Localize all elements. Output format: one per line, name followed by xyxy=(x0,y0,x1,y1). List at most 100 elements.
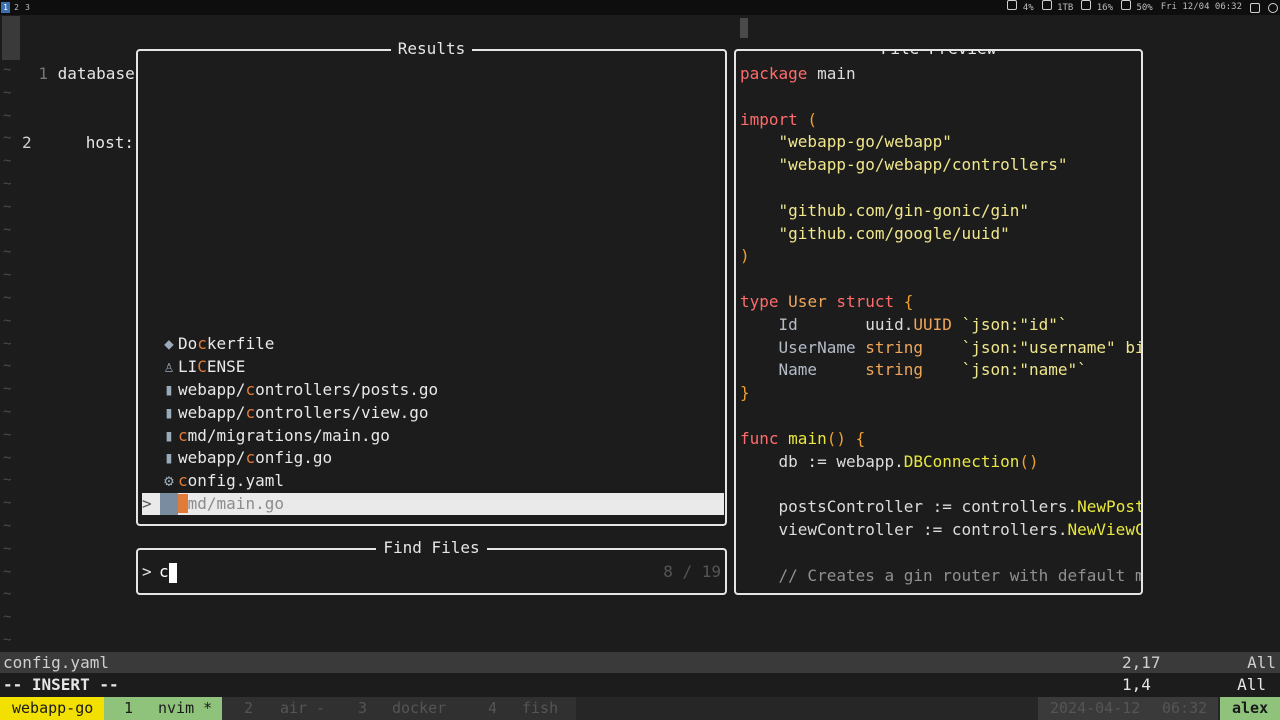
code-line: Id uuid.UUID `json:"id"` xyxy=(740,314,1068,337)
empty-line-tilde: ~ xyxy=(3,153,12,170)
result-text-post: onfig.go xyxy=(255,448,333,468)
tmux-window-1[interactable]: 1 nvim * xyxy=(104,697,222,720)
empty-line-tilde: ~ xyxy=(3,84,12,101)
code-token: `json:"id"` xyxy=(961,314,1068,334)
mode-cursor-position: 1,4 xyxy=(1122,675,1151,694)
result-text-post: onfig.yaml xyxy=(187,471,284,491)
tmux-session-name[interactable]: webapp-go xyxy=(0,697,104,720)
code-token: main xyxy=(807,64,856,83)
result-item[interactable]: ♙ LICENSE xyxy=(142,356,724,378)
disk-status: 1TB xyxy=(1041,0,1073,16)
system-top-bar: 1 2 3 4% 1TB 16% 50% Fri 12/04 06:32 xyxy=(0,0,1280,15)
go-file-icon: ▮ xyxy=(164,448,174,468)
code-token: NewPostsCon xyxy=(1077,497,1141,517)
code-token: `json:"username" bindin xyxy=(961,337,1141,357)
disk-icon xyxy=(1041,0,1052,10)
tmux-window-4[interactable]: 4 fish xyxy=(458,697,576,720)
result-text-hl: c xyxy=(178,471,188,491)
empty-line-tilde: ~ xyxy=(3,130,12,147)
empty-line-tilde: ~ xyxy=(3,221,12,238)
empty-line-tilde: ~ xyxy=(3,472,12,489)
volume-icon xyxy=(1121,0,1132,10)
code-token: type xyxy=(740,292,779,311)
code-line: package main xyxy=(740,63,856,86)
workspace-3-button[interactable]: 3 xyxy=(23,2,32,13)
code-token: db := webapp. xyxy=(740,451,904,471)
code-token: User xyxy=(788,292,827,311)
cpu-icon xyxy=(1007,0,1018,10)
code-line: postsController := controllers.NewPostsC… xyxy=(740,496,1141,519)
result-item[interactable]: ▮ webapp/controllers/view.go xyxy=(142,402,724,424)
status-scroll: All xyxy=(1247,653,1276,672)
editor-buffer[interactable]: 1 database: 2 host: l xyxy=(22,16,153,177)
cpu-status: 4% xyxy=(1007,0,1034,16)
mode-line: -- INSERT -- 1,4 All xyxy=(0,675,1280,695)
sign-column xyxy=(2,16,20,60)
code-token: } xyxy=(740,383,750,403)
empty-line-tilde: ~ xyxy=(3,609,12,626)
code-token: `json:"name"` xyxy=(961,360,1087,380)
code-token: postsController := controllers. xyxy=(740,497,1078,517)
find-prompt: > xyxy=(142,562,152,581)
notification-icon[interactable] xyxy=(1250,2,1260,13)
empty-line-tilde: ~ xyxy=(3,495,12,512)
empty-line-tilde: ~ xyxy=(3,426,12,443)
tmux-window-2[interactable]: 2 air - xyxy=(222,697,340,720)
code-token: string xyxy=(865,337,924,357)
mode-scroll: All xyxy=(1237,675,1266,694)
result-item[interactable]: ▮ cmd/migrations/main.go xyxy=(142,425,724,447)
code-token: struct xyxy=(836,292,895,311)
code-line: } xyxy=(740,382,750,405)
empty-line-tilde: ~ xyxy=(3,518,12,534)
result-text-pre: webapp/ xyxy=(178,380,246,399)
empty-line-tilde: ~ xyxy=(3,586,12,603)
go-file-icon: ▮ xyxy=(160,493,178,515)
result-item[interactable]: ◆ Dockerfile xyxy=(142,333,724,355)
result-text-post: ontrollers/view.go xyxy=(255,402,429,422)
result-text-post: kerfile xyxy=(206,334,275,354)
workspace-2-button[interactable]: 2 xyxy=(12,2,21,13)
docker-icon: ◆ xyxy=(164,334,174,354)
empty-line-tilde: ~ xyxy=(3,335,12,352)
empty-line-tilde: ~ xyxy=(3,381,12,398)
status-cursor-position: 2,17 xyxy=(1122,653,1161,672)
code-line: "webapp-go/webapp/controllers" xyxy=(740,154,1068,177)
result-text-pre: webapp/ xyxy=(178,448,246,468)
file-preview-title: File Preview xyxy=(873,51,1004,58)
result-text-pre: LI xyxy=(178,357,198,377)
search-input[interactable]: c xyxy=(159,561,177,583)
selection-caret: > xyxy=(142,494,152,513)
code-line: type User struct { xyxy=(740,291,913,314)
code-token: func xyxy=(740,428,779,448)
result-item[interactable]: ⚙ config.yaml xyxy=(142,470,724,492)
tmux-window-3[interactable]: 3 docker xyxy=(340,697,458,720)
tmux-user: alex xyxy=(1220,697,1280,720)
code-line: "github.com/google/uuid" xyxy=(740,223,1010,246)
code-token: { xyxy=(894,292,914,311)
memory-icon xyxy=(1081,0,1092,10)
result-item[interactable]: ▮ webapp/config.go xyxy=(142,447,724,469)
result-text-post: ENSE xyxy=(206,357,246,377)
result-item[interactable]: ▮ webapp/controllers/posts.go xyxy=(142,379,724,401)
empty-line-tilde: ~ xyxy=(3,312,12,329)
mode-indicator: -- INSERT -- xyxy=(3,675,119,694)
result-item[interactable]: > ▮ cmd/main.go xyxy=(142,493,724,515)
code-token: "github.com/google/uuid" xyxy=(778,223,1010,243)
find-files-title: Find Files xyxy=(376,538,487,557)
workspace-1-button[interactable]: 1 xyxy=(1,2,10,13)
power-icon[interactable] xyxy=(1268,2,1278,13)
editor-line: 2 host: l xyxy=(22,133,154,152)
empty-line-tilde: ~ xyxy=(3,267,12,284)
